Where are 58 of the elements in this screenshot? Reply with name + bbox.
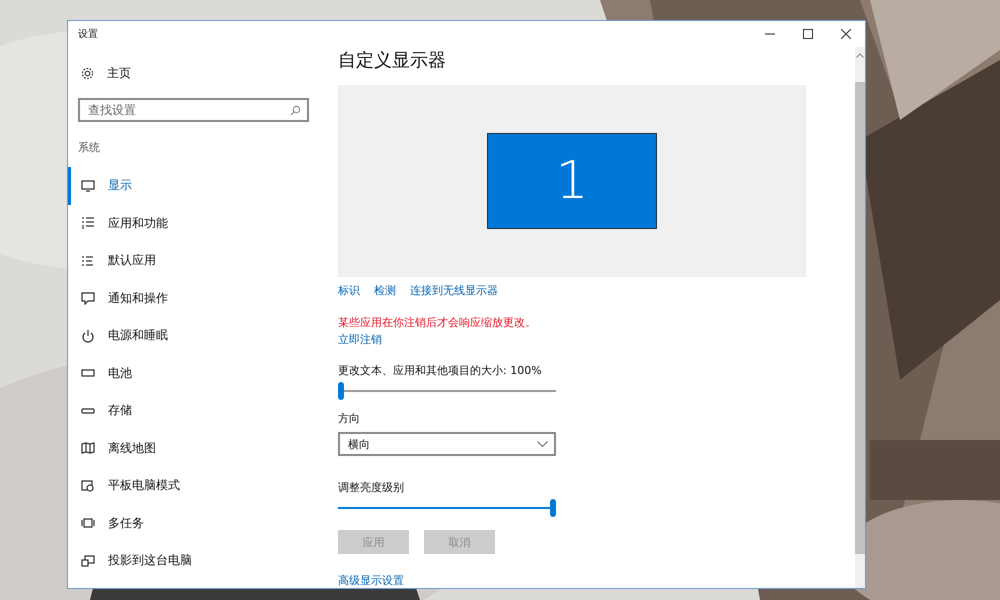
nav-item[interactable]: 多任务 [68,504,321,542]
power-icon [81,328,95,343]
link[interactable]: 连接到无线显示器 [410,283,498,298]
chevron-down-icon [537,441,548,448]
window-title: 设置 [78,28,98,41]
link[interactable]: 标识 [338,283,360,298]
nav-item[interactable]: 存储 [68,392,321,430]
gear-icon [81,66,94,80]
nav-item[interactable]: 默认应用 [68,242,321,280]
slider-thumb[interactable] [550,499,556,518]
map-icon [81,441,95,456]
slider-thumb[interactable] [338,382,344,400]
nav-item[interactable]: 通知和操作 [68,280,321,317]
nav-item[interactable]: 电池 [68,354,321,392]
link[interactable]: 检测 [374,283,396,298]
page-title: 自定义显示器 [338,49,447,72]
nav-label: 电池 [108,364,132,382]
warning-text: 某些应用在你注销后才会响应缩放更改。 [338,315,537,330]
orientation-dropdown[interactable]: 横向 [338,432,556,456]
tablet-icon [81,478,95,493]
nav-item[interactable]: 离线地图 [68,430,321,467]
scroll-up-icon [856,53,864,58]
nav-item[interactable]: 应用和功能 [68,204,321,242]
nav-item[interactable]: 显示 [68,167,321,204]
slider[interactable] [338,498,556,518]
monitor-icon [81,178,95,193]
nav-label: 通知和操作 [108,290,168,307]
nav-label: 默认应用 [108,252,156,270]
nav-label: 应用和功能 [108,214,168,232]
maximize-icon [803,29,813,39]
orientation-label: 方向 [338,411,361,426]
section-heading: 系统 [77,140,101,155]
nav-item[interactable]: 电源和睡眠 [68,317,321,354]
nav-label: 多任务 [108,514,144,532]
project-icon [81,554,95,568]
search-icon [290,105,301,116]
advanced-settings-link[interactable]: 高级显示设置 [338,573,404,588]
scale-label: 更改文本、应用和其他项目的大小: 100% [338,363,543,378]
nav-item[interactable]: 平板电脑模式 [68,467,321,504]
sign-out-link[interactable]: 立即注销 [338,332,382,348]
brightness-label: 调整亮度级别 [338,480,405,496]
nav-label: 显示 [108,177,132,194]
slider[interactable] [338,381,556,402]
nav-label: 存储 [108,402,132,420]
nav-label: 离线地图 [108,440,156,457]
home-label: 主页 [107,64,131,82]
search-field[interactable]: 查找设置 [78,98,309,122]
list-icon [81,216,95,230]
nav-label: 电源和睡眠 [108,327,168,344]
speech-bubble-icon [81,291,95,306]
multitask-icon [81,516,95,530]
nav-label: 投影到这台电脑 [108,552,192,570]
close-icon [841,29,851,39]
monitor-tile[interactable]: 1 [487,133,657,230]
nav-label: 平板电脑模式 [108,477,180,494]
home-nav-item[interactable]: 主页 [68,61,321,85]
nav-item[interactable]: 投影到这台电脑 [68,542,321,580]
list-icon [81,254,95,268]
